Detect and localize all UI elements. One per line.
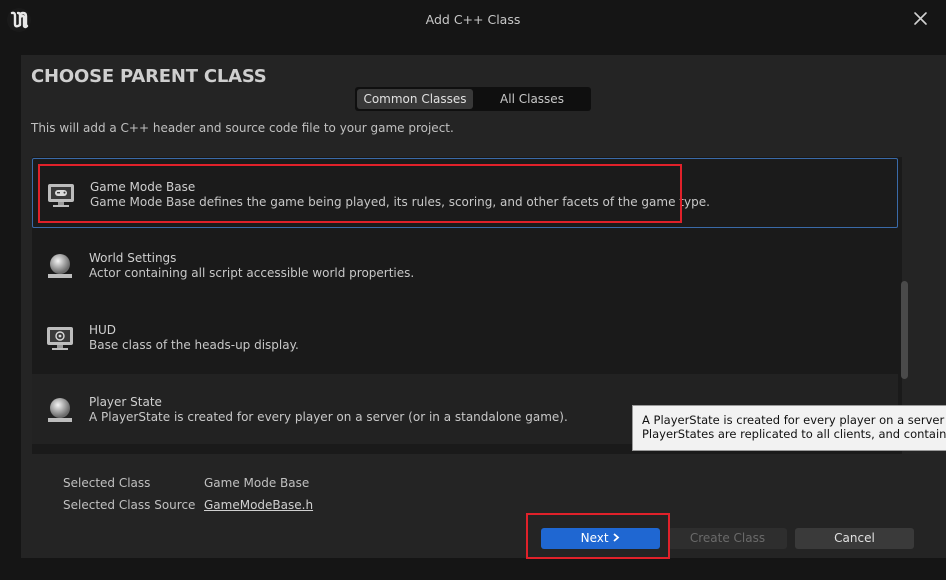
close-icon <box>914 12 927 25</box>
page-title: CHOOSE PARENT CLASS <box>31 66 267 87</box>
tooltip-line-1: A PlayerState is created for every playe… <box>642 413 946 427</box>
class-name: HUD <box>89 323 117 337</box>
cancel-button[interactable]: Cancel <box>795 528 914 549</box>
hud-icon <box>47 327 73 350</box>
selected-class-value: Game Mode Base <box>204 476 310 490</box>
dialog-panel: CHOOSE PARENT CLASS Common Classes All C… <box>21 55 946 558</box>
class-name: Player State <box>89 395 162 409</box>
dialog-description: This will add a C++ header and source co… <box>31 121 454 135</box>
class-tooltip: A PlayerState is created for every playe… <box>632 405 946 451</box>
class-name: World Settings <box>89 251 177 265</box>
class-description: Base class of the heads-up display. <box>89 338 299 352</box>
selected-source-link[interactable]: GameModeBase.h <box>204 498 313 512</box>
selected-class-label: Selected Class <box>63 476 151 490</box>
window-title: Add C++ Class <box>425 12 521 27</box>
create-class-button[interactable]: Create Class <box>668 528 787 549</box>
close-button[interactable] <box>910 8 932 30</box>
class-item-hud[interactable]: HUD Base class of the heads-up display. <box>32 302 898 372</box>
list-scrollbar-thumb[interactable] <box>901 281 908 379</box>
class-description: A PlayerState is created for every playe… <box>89 410 568 424</box>
highlight-box-next <box>526 513 670 559</box>
class-item-world-settings[interactable]: World Settings Actor containing all scri… <box>32 230 898 300</box>
tab-all-classes[interactable]: All Classes <box>477 89 587 109</box>
highlight-box-class <box>38 164 682 223</box>
class-description: Actor containing all script accessible w… <box>89 266 415 280</box>
tooltip-line-2: PlayerStates are replicated to all clien… <box>642 427 946 441</box>
title-bar: Add C++ Class <box>0 0 946 40</box>
class-filter-toggle: Common Classes All Classes <box>355 87 591 111</box>
actor-sphere-icon <box>48 398 72 422</box>
tab-common-classes[interactable]: Common Classes <box>357 89 473 109</box>
actor-sphere-icon <box>48 254 72 278</box>
selected-source-label: Selected Class Source <box>63 498 196 512</box>
